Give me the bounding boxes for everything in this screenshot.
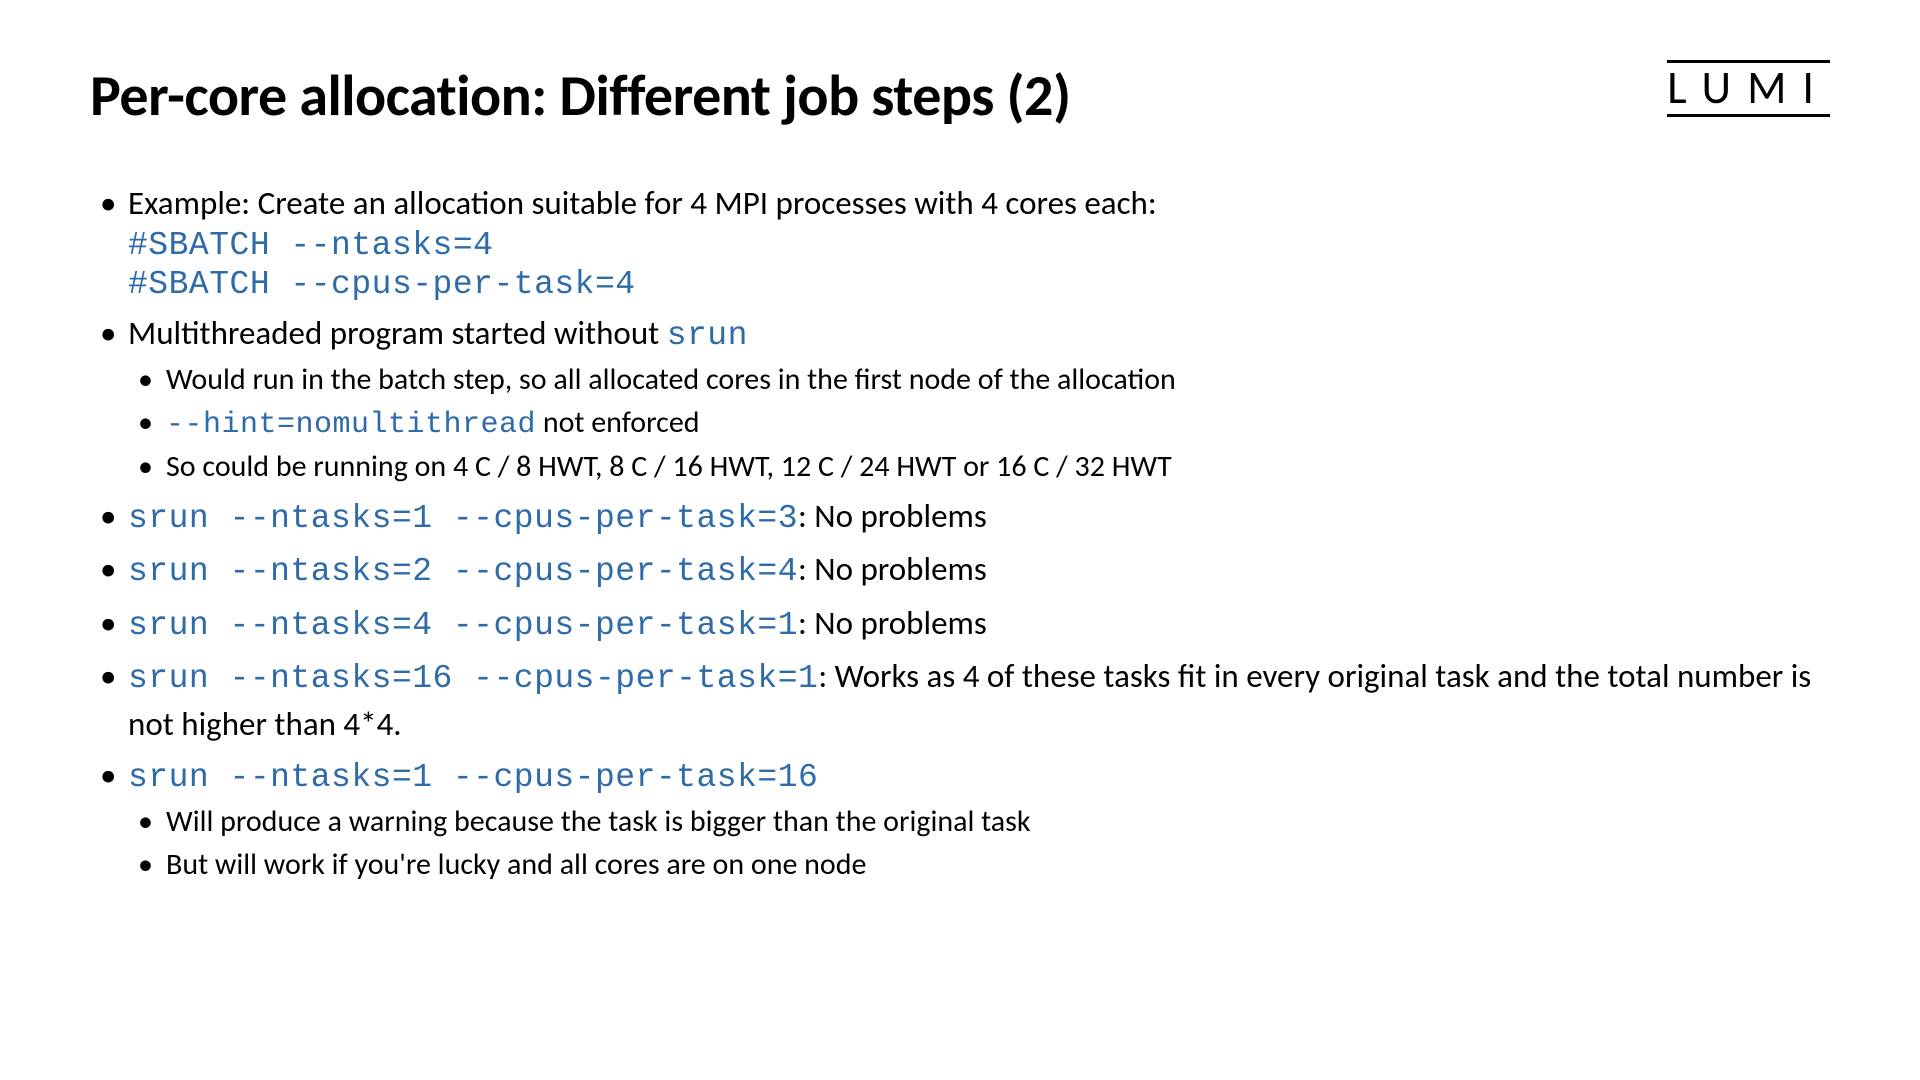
bullet-text: Multithreaded program started without [128,313,667,353]
bullet-item: srun --ntasks=1 --cpus-per-task=3: No pr… [90,494,1830,542]
slide-container: Per-core allocation: Different job steps… [0,0,1920,951]
bullet-list: Example: Create an allocation suitable f… [90,181,1830,885]
code-line: #SBATCH --ntasks=4 [128,226,1830,266]
code-inline: srun --ntasks=16 --cpus-per-task=1 [128,660,818,697]
sub-bullet-item: But will work if you're lucky and all co… [128,845,1830,886]
bullet-item: Multithreaded program started without sr… [90,311,1830,488]
bullet-item: srun --ntasks=2 --cpus-per-task=4: No pr… [90,547,1830,595]
sub-bullet-text: Will produce a warning because the task … [166,803,1031,840]
bullet-item: srun --ntasks=4 --cpus-per-task=1: No pr… [90,601,1830,649]
sub-bullet-text: Would run in the batch step, so all allo… [166,361,1176,398]
code-line: #SBATCH --cpus-per-task=4 [128,265,1830,305]
bullet-text: : No problems [798,549,987,589]
code-inline: srun --ntasks=1 --cpus-per-task=16 [128,759,818,796]
slide-header: Per-core allocation: Different job steps… [90,60,1830,131]
bullet-text: : No problems [798,496,987,536]
code-inline: srun [667,317,748,354]
lumi-logo: LUMI [1667,60,1830,117]
bullet-item: Example: Create an allocation suitable f… [90,181,1830,305]
slide-title: Per-core allocation: Different job steps… [90,60,1071,131]
code-inline: --hint=nomultithread [166,408,536,442]
sub-bullet-item: Would run in the batch step, so all allo… [128,360,1830,401]
bullet-text: : No problems [798,603,987,643]
sub-bullet-list: Will produce a warning because the task … [128,802,1830,885]
sub-bullet-item: --hint=nomultithread not enforced [128,403,1830,446]
sub-bullet-list: Would run in the batch step, so all allo… [128,360,1830,488]
code-inline: srun --ntasks=2 --cpus-per-task=4 [128,553,798,590]
bullet-text: Example: Create an allocation suitable f… [128,183,1157,223]
sub-bullet-text: not enforced [536,404,699,441]
sub-bullet-item: Will produce a warning because the task … [128,802,1830,843]
code-inline: srun --ntasks=1 --cpus-per-task=3 [128,500,798,537]
sub-bullet-text: But will work if you're lucky and all co… [166,846,866,883]
slide-content: Example: Create an allocation suitable f… [90,181,1830,885]
bullet-item: srun --ntasks=16 --cpus-per-task=1: Work… [90,654,1830,746]
bullet-item: srun --ntasks=1 --cpus-per-task=16 Will … [90,753,1830,886]
sub-bullet-text: So could be running on 4 C / 8 HWT, 8 C … [166,448,1172,485]
code-inline: srun --ntasks=4 --cpus-per-task=1 [128,607,798,644]
sub-bullet-item: So could be running on 4 C / 8 HWT, 8 C … [128,447,1830,488]
